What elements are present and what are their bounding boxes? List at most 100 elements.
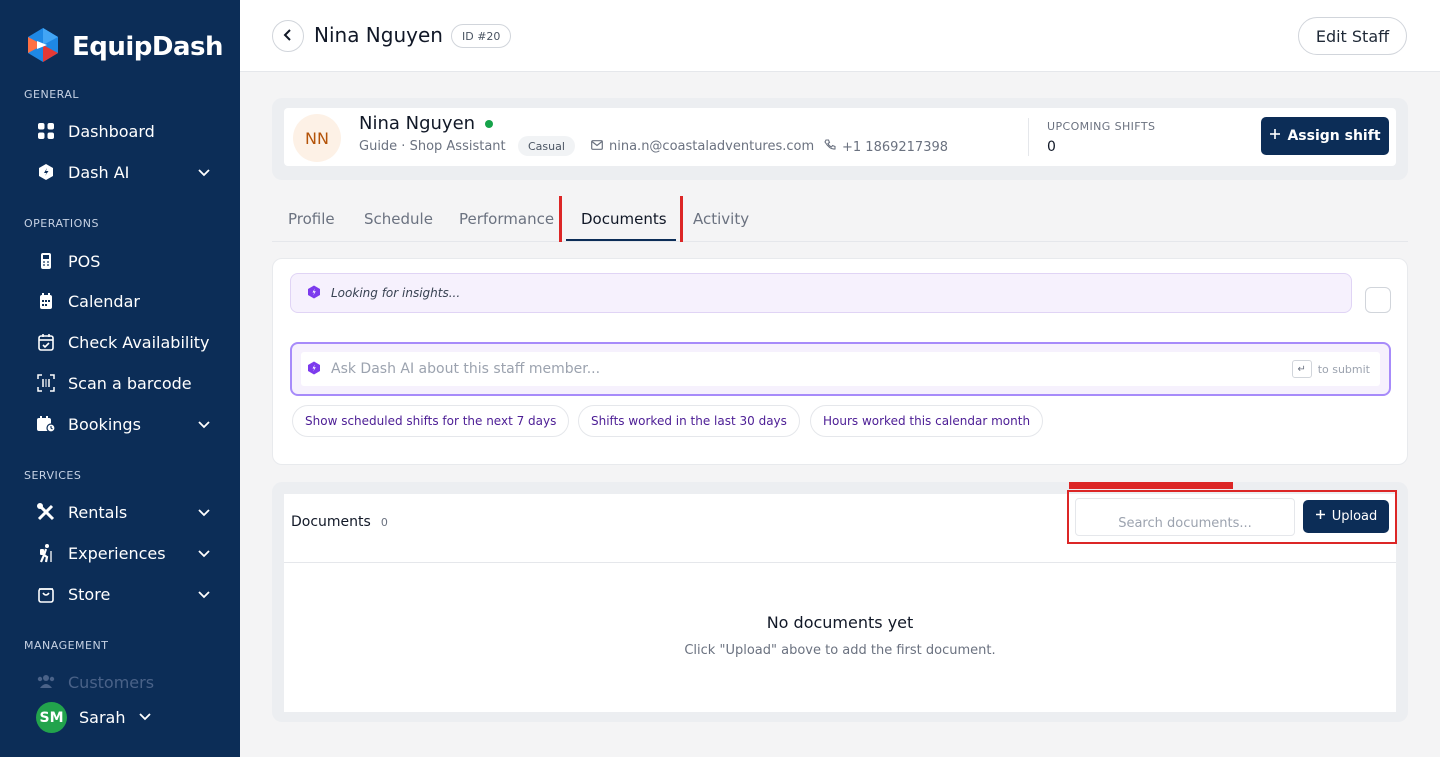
sidebar-item-experiences[interactable]: Experiences xyxy=(36,538,212,568)
pos-terminal-icon xyxy=(36,251,56,271)
upcoming-shifts-value: 0 xyxy=(1047,139,1056,155)
sidebar-item-rentals[interactable]: Rentals xyxy=(36,497,212,527)
page-header: Nina Nguyen ID #20 Edit Staff xyxy=(240,0,1440,72)
equipdash-logo-icon xyxy=(24,26,62,68)
app-name: EquipDash xyxy=(72,32,224,62)
documents-title-row: Documents 0 xyxy=(291,514,388,530)
chevron-down-icon xyxy=(196,586,212,602)
highlight-box xyxy=(1067,490,1397,544)
section-label-operations: OPERATIONS xyxy=(24,217,99,230)
plus-icon xyxy=(1269,128,1281,144)
ai-insight-text: Looking for insights... xyxy=(331,286,461,300)
ai-insight-banner: Looking for insights... xyxy=(290,273,1352,313)
sidebar-item-label: Bookings xyxy=(68,414,141,434)
active-tab-indicator xyxy=(566,239,676,241)
user-name: Sarah xyxy=(79,708,126,727)
hiker-icon xyxy=(36,543,56,563)
chevron-left-icon xyxy=(281,27,295,46)
sidebar-item-pos[interactable]: POS xyxy=(36,246,212,276)
submit-hint-text: to submit xyxy=(1317,362,1370,376)
barcode-scan-icon xyxy=(36,373,56,393)
ask-ai-field: ↵ to submit xyxy=(301,352,1380,386)
sidebar: EquipDash GENERAL Dashboard Dash AI OPER… xyxy=(0,0,240,757)
chevron-down-icon xyxy=(137,708,153,728)
sidebar-item-scan-barcode[interactable]: Scan a barcode xyxy=(36,368,212,398)
section-label-management: MANAGEMENT xyxy=(24,639,109,652)
sidebar-item-dashboard[interactable]: Dashboard xyxy=(36,116,212,146)
mail-icon xyxy=(591,139,603,154)
staff-role: Guide · Shop Assistant xyxy=(359,139,506,154)
sidebar-item-calendar[interactable]: Calendar xyxy=(36,286,212,316)
staff-tabs: Profile Schedule Performance Documents A… xyxy=(272,196,1408,242)
submit-hint: ↵ to submit xyxy=(1291,360,1370,378)
back-button[interactable] xyxy=(272,20,304,52)
staff-name-row: Nina Nguyen xyxy=(359,113,494,134)
chevron-down-icon xyxy=(196,545,212,561)
suggestion-chip-hours-worked[interactable]: Hours worked this calendar month xyxy=(810,405,1044,437)
sidebar-item-label: Scan a barcode xyxy=(68,373,192,393)
sidebar-item-check-availability[interactable]: Check Availability xyxy=(36,327,212,357)
chevron-down-icon xyxy=(196,504,212,520)
edit-staff-button[interactable]: Edit Staff xyxy=(1298,17,1407,55)
sidebar-item-label: Experiences xyxy=(68,543,166,563)
users-icon xyxy=(36,672,56,692)
tab-performance[interactable]: Performance xyxy=(459,210,554,228)
staff-summary: NN Nina Nguyen Guide · Shop Assistant Ca… xyxy=(272,98,1408,180)
bookings-icon xyxy=(36,414,56,434)
ask-ai-box: ↵ to submit xyxy=(290,342,1391,396)
sidebar-item-store[interactable]: Store xyxy=(36,579,212,609)
suggestion-chip-shifts-worked[interactable]: Shifts worked in the last 30 days xyxy=(578,405,800,437)
sidebar-item-label: POS xyxy=(68,251,101,271)
tab-activity[interactable]: Activity xyxy=(693,210,749,228)
upcoming-shifts-label: UPCOMING SHIFTS xyxy=(1047,120,1156,133)
documents-title: Documents xyxy=(291,514,371,530)
app-logo[interactable]: EquipDash xyxy=(24,26,224,68)
sidebar-item-label: Dash AI xyxy=(68,162,130,182)
sidebar-item-label: Calendar xyxy=(68,291,140,311)
chevron-down-icon xyxy=(196,416,212,432)
staff-phone[interactable]: +1 1869217398 xyxy=(824,139,948,155)
sidebar-item-dash-ai[interactable]: Dash AI xyxy=(36,157,212,187)
highlight-marker xyxy=(559,196,562,242)
tab-schedule[interactable]: Schedule xyxy=(364,210,433,228)
avatar: SM xyxy=(36,702,67,733)
online-status-dot xyxy=(485,119,494,128)
staff-id-badge: ID #20 xyxy=(451,24,512,48)
section-label-services: SERVICES xyxy=(24,469,82,482)
highlight-label-tab xyxy=(1069,482,1233,489)
grid-icon xyxy=(36,121,56,141)
highlight-marker xyxy=(680,196,683,242)
empty-state-title: No documents yet xyxy=(766,613,914,632)
sidebar-item-label: Rentals xyxy=(68,502,128,522)
staff-profile-card: NN Nina Nguyen Guide · Shop Assistant Ca… xyxy=(284,108,1396,166)
staff-avatar: NN xyxy=(293,114,341,162)
user-menu[interactable]: SM Sarah xyxy=(36,702,153,733)
shopping-bag-icon xyxy=(36,584,56,604)
insight-refresh-button[interactable] xyxy=(1365,287,1391,313)
tools-icon xyxy=(36,502,56,522)
empty-state-subtitle: Click "Upload" above to add the first do… xyxy=(684,643,996,658)
sidebar-item-label: Dashboard xyxy=(68,121,155,141)
phone-icon xyxy=(824,139,836,155)
staff-phone-text: +1 1869217398 xyxy=(842,139,949,155)
sidebar-item-customers[interactable]: Customers xyxy=(36,667,212,697)
chevron-down-icon xyxy=(196,164,212,180)
documents-empty-state: No documents yet Click "Upload" above to… xyxy=(284,562,1396,712)
ai-hexagon-icon xyxy=(307,285,321,302)
suggestion-chip-scheduled-shifts[interactable]: Show scheduled shifts for the next 7 day… xyxy=(292,405,570,437)
sidebar-item-label: Store xyxy=(68,584,111,604)
calendar-icon xyxy=(36,291,56,311)
staff-email[interactable]: nina.n@coastaladventures.com xyxy=(591,139,814,154)
sidebar-item-label: Customers xyxy=(68,672,155,692)
assign-shift-button[interactable]: Assign shift xyxy=(1261,117,1389,155)
tab-profile[interactable]: Profile xyxy=(288,210,335,228)
ask-ai-input[interactable] xyxy=(331,361,1231,377)
sidebar-item-label: Check Availability xyxy=(68,332,210,352)
documents-count: 0 xyxy=(380,516,388,529)
assign-shift-label: Assign shift xyxy=(1287,128,1381,144)
sidebar-item-bookings[interactable]: Bookings xyxy=(36,409,212,439)
section-label-general: GENERAL xyxy=(24,88,80,101)
tab-documents[interactable]: Documents xyxy=(581,210,667,228)
staff-name: Nina Nguyen xyxy=(359,113,476,134)
documents-panel: Documents 0 Upload No documents yet Clic… xyxy=(272,482,1408,722)
